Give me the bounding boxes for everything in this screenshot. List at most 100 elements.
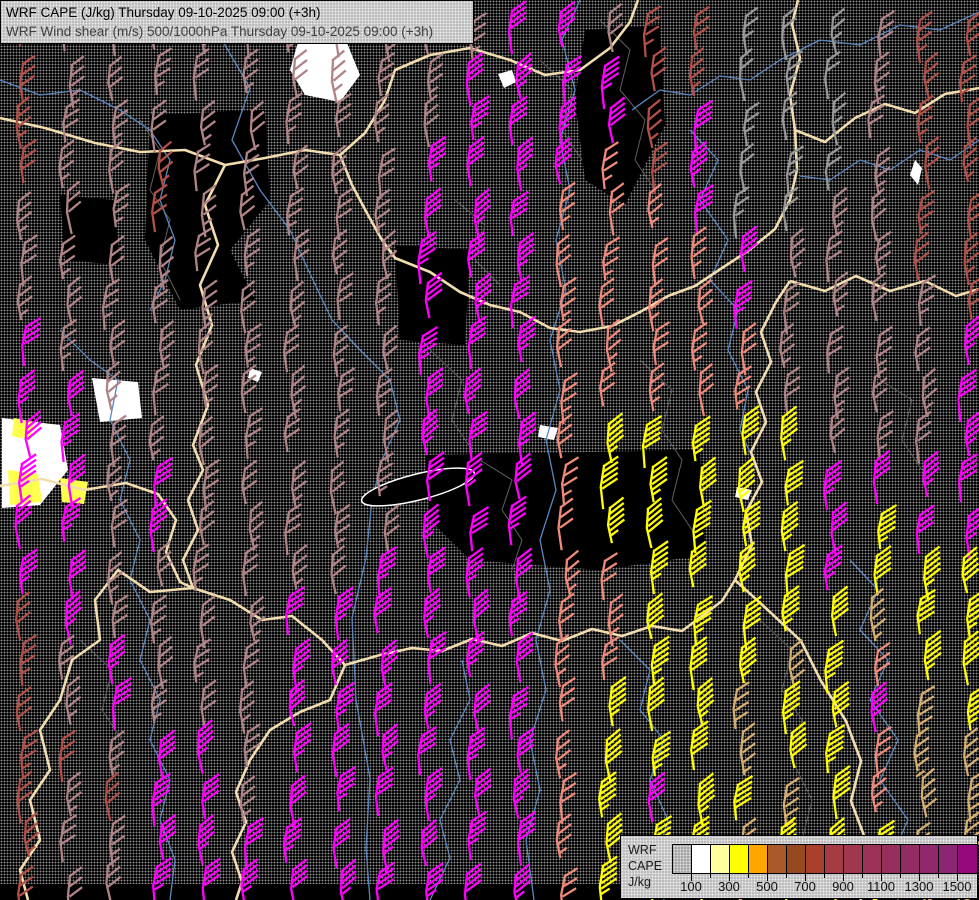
wind-barb (282, 817, 302, 864)
wind-barb (559, 181, 576, 231)
wind-barb (781, 585, 800, 632)
wind-barb (149, 498, 168, 553)
wind-barb (243, 723, 261, 768)
legend-cell (787, 845, 806, 873)
wind-barb (289, 280, 306, 327)
wind-barb (199, 595, 216, 649)
wind-barb (109, 319, 126, 365)
wind-barb (694, 183, 715, 234)
legend-cell (692, 845, 711, 873)
wind-barb (202, 363, 219, 409)
wind-barb (916, 588, 937, 635)
wind-barb (824, 145, 842, 191)
map-title: WRF CAPE (J/kg) Thursday 09-10-2025 09:0… (6, 5, 321, 20)
wind-barb (15, 591, 32, 641)
wind-barb (467, 810, 488, 861)
legend-cell (901, 845, 920, 873)
river-line (221, 39, 401, 900)
wind-barb (19, 634, 37, 687)
wind-barb (111, 676, 133, 731)
wind-barb (691, 415, 711, 462)
wind-barb (915, 10, 933, 64)
wind-barb (825, 723, 846, 774)
wind-barb (913, 231, 930, 281)
wind-barb (964, 409, 979, 457)
wind-barb (421, 408, 440, 456)
wind-barb (201, 773, 220, 820)
wind-barb (738, 636, 758, 684)
wind-barb (426, 546, 446, 593)
wind-barb (334, 586, 354, 641)
wind-barb (425, 862, 444, 900)
wind-barb (831, 585, 850, 637)
wind-barb (66, 369, 85, 417)
wind-barb (824, 50, 841, 100)
wind-barb (962, 630, 979, 686)
wind-barb (961, 546, 979, 594)
wind-barb (743, 101, 760, 147)
wind-barb (646, 592, 665, 640)
cape-legend: WRF CAPE J/kg 100 300 500 700 900 1100 1300 150… (620, 835, 978, 899)
wind-barb (598, 771, 617, 818)
wind-barb (470, 94, 491, 141)
wind-barb (374, 766, 394, 817)
legend-label-line: WRF (628, 843, 657, 857)
wind-barb (650, 635, 670, 686)
wind-barb (922, 450, 940, 498)
wind-barb (696, 677, 715, 725)
wind-barb (963, 727, 979, 777)
wind-barb (508, 95, 528, 146)
cape-zero-patch (575, 25, 665, 205)
wind-barb (832, 187, 849, 237)
wind-barb (381, 723, 399, 771)
wind-barb (293, 722, 312, 773)
wind-barb (691, 321, 708, 371)
wind-barb (417, 725, 438, 776)
wind-barb (781, 680, 801, 735)
wind-barb (512, 768, 531, 820)
country-border-line (794, 86, 979, 144)
wind-barb (59, 814, 77, 863)
wind-barb (558, 592, 575, 642)
wind-barb (516, 727, 535, 774)
wind-barb (65, 771, 83, 817)
legend-tick-label: 700 (794, 879, 816, 894)
wind-barb (58, 139, 75, 189)
wind-barb (380, 639, 399, 691)
legend-cell (711, 845, 730, 873)
wind-barb (739, 225, 758, 273)
wind-barb (741, 405, 760, 456)
wind-barb (375, 367, 393, 417)
wind-barb (871, 271, 888, 322)
legend-tick-label: 1100 (867, 879, 895, 894)
wind-barb (467, 231, 486, 278)
wind-barb (16, 770, 33, 824)
wind-barb (293, 228, 310, 282)
wind-barb (598, 855, 618, 900)
wind-barb (19, 54, 36, 104)
wind-barb (423, 587, 441, 639)
wind-barb (877, 503, 898, 550)
wind-barb (339, 859, 358, 900)
wind-barb (241, 459, 258, 505)
wind-barb (733, 774, 754, 821)
wind-barb (559, 276, 577, 322)
wind-barb (780, 405, 799, 461)
legend-tick (748, 873, 749, 878)
wind-barb (424, 187, 442, 239)
wind-barb (156, 540, 173, 587)
wind-barb (873, 545, 892, 596)
wind-barb (607, 593, 624, 647)
wind-barb (921, 367, 938, 418)
legend-tick-label: 300 (718, 879, 740, 894)
wind-barb (334, 503, 351, 549)
wind-barb (739, 722, 756, 776)
wind-barb (830, 7, 846, 54)
wind-barb (964, 314, 979, 366)
wind-barb (107, 55, 124, 102)
wind-barb (823, 544, 843, 591)
cape-100-patch (910, 160, 922, 185)
legend-label-line: J/kg (628, 875, 651, 889)
wind-barb (19, 138, 37, 184)
wind-barb (463, 367, 482, 415)
